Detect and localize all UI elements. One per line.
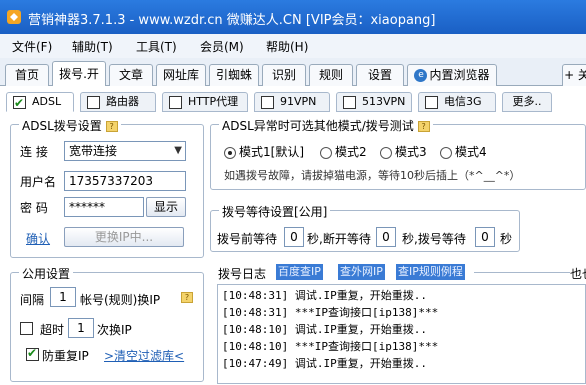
tab-spider[interactable]: 引蜘蛛 (209, 64, 259, 86)
radio-icon (380, 146, 392, 159)
radio-icon (224, 146, 236, 159)
sub-tabs: ADSL 路由器 HTTP代理 91VPN 513VPN 电信3G 更多.. (0, 90, 586, 112)
menu-bar: 文件(F) 辅助(T) 工具(T) 会员(M) 帮助(H) (0, 34, 586, 58)
tab-close[interactable]: + 关 (562, 64, 586, 86)
help-icon[interactable]: ? (181, 292, 193, 303)
tab-rules[interactable]: 规则 (309, 64, 353, 86)
mode-option-4[interactable]: 模式4 (440, 143, 487, 160)
confirm-link[interactable]: 确认 (26, 230, 50, 247)
subtab-telecom3g[interactable]: 电信3G (418, 92, 496, 112)
wait-dial-field[interactable]: 0 (475, 227, 495, 247)
change-ip-button[interactable]: 更换IP中... (64, 227, 184, 247)
wait-before-label: 拨号前等待 (217, 232, 278, 246)
log-line: [10:48:10] 调试.IP重复，开始重拨.. (222, 323, 427, 336)
title-bar: 营销神器3.7.1.3 - www.wzdr.cn 微赚达人.CN [VIP会员… (0, 0, 586, 34)
timeout-checkbox[interactable] (20, 322, 33, 335)
router-checkbox[interactable] (87, 95, 100, 109)
radio-icon (320, 146, 332, 159)
subtab-91vpn[interactable]: 91VPN (254, 92, 330, 112)
timeout-label: 超时 (40, 323, 65, 337)
radio-icon (440, 146, 452, 159)
help-icon[interactable]: ? (417, 121, 430, 132)
subtab-router-label: 路由器 (106, 95, 139, 108)
subtab-http-proxy-label: HTTP代理 (188, 95, 239, 108)
pwd-label: 密 码 (20, 201, 48, 215)
menu-tools[interactable]: 工具(T) (136, 38, 177, 55)
log-line: [10:48:31] ***IP查询接口[ip138]*** (222, 306, 439, 319)
conn-select[interactable]: 宽带连接 ▼ (64, 141, 186, 161)
http-proxy-checkbox[interactable] (169, 95, 182, 109)
mode-hint: 如遇拨号故障，请拔掉猫电源，等待10秒后插上（*^__^*） (224, 169, 521, 182)
ip-rule-example-link[interactable]: 查IP规则例程 (396, 264, 465, 280)
common-legend: 公用设置 (19, 265, 74, 282)
divider (474, 272, 570, 273)
91vpn-checkbox[interactable] (261, 95, 274, 109)
top-tabs: 首页 拨号.开 文章 网址库 引蜘蛛 识别 规则 设置 e 内置浏览器 + 关 (0, 58, 586, 87)
interval-label: 间隔 (20, 293, 45, 307)
tab-home[interactable]: 首页 (5, 64, 49, 86)
mode-legend: ADSL异常时可选其他模式/拨号测试 ? (219, 117, 433, 134)
baidu-ip-link[interactable]: 百度查IP (276, 264, 323, 280)
subtab-router[interactable]: 路由器 (80, 92, 156, 112)
subtab-telecom3g-label: 电信3G (444, 95, 482, 108)
mode-option-2[interactable]: 模式2 (320, 143, 367, 160)
wait-unit2: 秒,拨号等待 (402, 232, 466, 246)
timeout-field[interactable]: 1 (68, 318, 94, 338)
wait-legend: 拨号等待设置[公用] (219, 203, 331, 220)
subtab-adsl[interactable]: ADSL (6, 92, 74, 112)
wait-unit3: 秒 (500, 232, 513, 246)
ie-icon: e (414, 69, 428, 82)
513vpn-checkbox[interactable] (343, 95, 356, 109)
tab-recognize[interactable]: 识别 (262, 64, 306, 86)
tab-article[interactable]: 文章 (109, 64, 153, 86)
password-field[interactable]: ****** (64, 197, 144, 217)
mode-option-1[interactable]: 模式1[默认] (224, 143, 304, 160)
interval-suffix: 帐号(规则)换IP (80, 293, 161, 307)
wait-disconnect-field[interactable]: 0 (376, 227, 396, 247)
conn-value: 宽带连接 (69, 144, 118, 158)
dup-ip-checkbox[interactable] (26, 346, 39, 361)
subtab-adsl-label: ADSL (32, 95, 62, 108)
mode-option-3[interactable]: 模式3 (380, 143, 427, 160)
external-ip-link[interactable]: 查外网IP (338, 264, 385, 280)
adsl-legend: ADSL拨号设置 ? (19, 117, 121, 134)
tab-urls[interactable]: 网址库 (156, 64, 206, 86)
subtab-91vpn-label: 91VPN (280, 95, 317, 108)
menu-member[interactable]: 会员(M) (200, 38, 244, 55)
telecom3g-checkbox[interactable] (425, 95, 438, 109)
menu-help[interactable]: 帮助(H) (266, 38, 308, 55)
log-title: 拨号日志 (218, 267, 267, 281)
conn-label: 连 接 (20, 145, 48, 159)
log-right-text: 也也 (570, 267, 586, 281)
main-panel: ADSL 路由器 HTTP代理 91VPN 513VPN 电信3G 更多.. A… (0, 86, 586, 385)
dup-ip-label: 防重复IP (42, 349, 89, 363)
menu-assist[interactable]: 辅助(T) (72, 38, 113, 55)
tab-browser-label: 内置浏览器 (429, 68, 490, 82)
adsl-checkbox[interactable] (13, 94, 26, 112)
log-line: [10:48:31] 调试.IP重复，开始重拨.. (222, 289, 427, 302)
log-list[interactable]: [10:48:31] 调试.IP重复，开始重拨.. [10:48:31] ***… (217, 284, 586, 384)
wait-before-field[interactable]: 0 (284, 227, 304, 247)
subtab-http-proxy[interactable]: HTTP代理 (162, 92, 248, 112)
log-line: [10:47:49] 调试.IP重复，开始重拨.. (222, 357, 427, 370)
subtab-more[interactable]: 更多.. (502, 92, 552, 112)
user-label: 用户名 (20, 175, 57, 189)
interval-field[interactable]: 1 (50, 287, 76, 307)
menu-file[interactable]: 文件(F) (12, 38, 52, 55)
username-field[interactable]: 17357337203 (64, 171, 186, 191)
subtab-513vpn[interactable]: 513VPN (336, 92, 412, 112)
log-line: [10:48:10] ***IP查询接口[ip138]*** (222, 340, 439, 353)
tab-settings[interactable]: 设置 (356, 64, 404, 86)
show-password-button[interactable]: 显示 (146, 197, 186, 217)
timeout-suffix: 次换IP (97, 323, 132, 337)
chevron-down-icon: ▼ (174, 145, 182, 156)
tab-browser[interactable]: e 内置浏览器 (407, 64, 497, 86)
app-icon (7, 10, 21, 24)
window-title: 营销神器3.7.1.3 - www.wzdr.cn 微赚达人.CN [VIP会员… (28, 13, 436, 28)
subtab-513vpn-label: 513VPN (362, 95, 406, 108)
tab-dial[interactable]: 拨号.开 (52, 61, 106, 87)
wait-unit1: 秒,断开等待 (307, 232, 371, 246)
help-icon[interactable]: ? (105, 121, 118, 132)
clear-filter-link[interactable]: >清空过滤库< (104, 347, 184, 364)
